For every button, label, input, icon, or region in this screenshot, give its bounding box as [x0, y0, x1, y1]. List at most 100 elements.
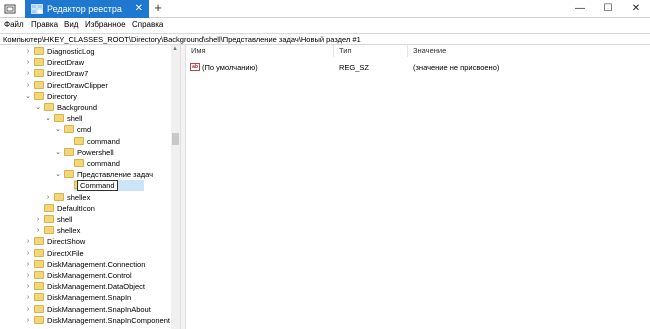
- tree-node-label: DirectShow: [47, 237, 86, 247]
- tree-node[interactable]: ⌄ shell: [0, 113, 170, 124]
- expand-icon[interactable]: ›: [24, 304, 32, 315]
- collapse-icon[interactable]: ⌄: [54, 147, 62, 158]
- regedit-icon: [31, 4, 43, 14]
- tree-node[interactable]: › DirectShow: [0, 236, 170, 247]
- folder-icon: [34, 248, 44, 257]
- tree-node-label: shell: [67, 114, 83, 124]
- tree-node[interactable]: ⌄ Представление задач: [0, 169, 170, 180]
- tree-scroll-thumb[interactable]: [172, 133, 179, 145]
- expand-icon[interactable]: ›: [24, 281, 32, 292]
- tree-node[interactable]: › shell: [0, 214, 170, 225]
- folder-icon: [44, 203, 54, 212]
- tree-node[interactable]: ⌄ Powershell: [0, 147, 170, 158]
- folder-icon: [34, 80, 44, 89]
- tree-node-label: DirectDraw7: [47, 69, 89, 79]
- column-header-name[interactable]: Имя: [186, 45, 334, 57]
- window-tab[interactable]: Редактор реестра ✕: [25, 0, 149, 18]
- menu-edit[interactable]: Правка: [31, 20, 58, 29]
- tree-node[interactable]: › DirectDrawClipper: [0, 80, 170, 91]
- column-header-value[interactable]: Значение: [408, 45, 650, 57]
- minimize-button[interactable]: —: [566, 0, 594, 18]
- tree-node[interactable]: › DiskManagement.SnapIn: [0, 292, 170, 303]
- window-title: Редактор реестра: [47, 4, 122, 14]
- expand-icon[interactable]: ›: [44, 192, 52, 203]
- collapse-icon[interactable]: ⌄: [54, 169, 62, 180]
- tree-node[interactable]: ⌄ Directory: [0, 91, 170, 102]
- column-header-type[interactable]: Тип: [334, 45, 408, 57]
- maximize-button[interactable]: ☐: [594, 0, 622, 18]
- expand-icon[interactable]: ›: [24, 236, 32, 247]
- tree-node-label: DirectXFile: [47, 248, 84, 258]
- collapse-icon[interactable]: ⌄: [34, 102, 42, 113]
- expand-icon: [64, 136, 72, 147]
- tree-node-label: DirectDrawClipper: [47, 80, 108, 90]
- tree-node-label: shellex: [67, 192, 91, 202]
- expand-icon[interactable]: ›: [24, 57, 32, 68]
- folder-icon: [34, 47, 44, 55]
- folder-icon: [34, 58, 44, 67]
- scroll-up-icon[interactable]: ▲: [172, 46, 178, 52]
- folder-icon: [34, 237, 44, 246]
- folder-icon: [34, 91, 44, 100]
- expand-icon[interactable]: ›: [34, 225, 42, 236]
- close-button[interactable]: ✕: [622, 0, 650, 18]
- tree-node[interactable]: › DiskManagement.SnapInComponent: [0, 315, 170, 326]
- tree-node[interactable]: › DiskManagement.Control: [0, 270, 170, 281]
- tree-node-label: shell: [57, 215, 73, 224]
- value-type: REG_SZ: [339, 63, 370, 72]
- folder-icon: [34, 293, 44, 302]
- collapse-icon[interactable]: ⌄: [44, 113, 52, 124]
- tree-node[interactable]: › DiskManagement.Connection: [0, 259, 170, 270]
- tree-node[interactable]: › DirectDraw: [0, 57, 170, 68]
- menu-view[interactable]: Вид: [64, 20, 78, 29]
- expand-icon[interactable]: ›: [24, 248, 32, 259]
- address-path[interactable]: Компьютер\HKEY_CLASSES_ROOT\Directory\Ba…: [3, 35, 361, 44]
- expand-icon: [64, 158, 72, 169]
- tree-node[interactable]: › shellex: [0, 192, 170, 203]
- tree-node[interactable]: Command: [0, 180, 170, 192]
- rename-input[interactable]: Command: [77, 180, 118, 192]
- tree-scrollbar[interactable]: ▲: [171, 45, 180, 329]
- expand-icon[interactable]: ›: [24, 270, 32, 281]
- registry-tree: › DiagnosticLog › DirectDraw › DirectDraw7 › Di…: [0, 45, 180, 329]
- tree-node-label: DiskManagement.Control: [47, 271, 132, 280]
- tree-node[interactable]: › DirectDraw7: [0, 68, 170, 79]
- tree-node[interactable]: › DirectXFile: [0, 248, 170, 259]
- tree-node[interactable]: command: [0, 158, 170, 169]
- menu-help[interactable]: Справка: [132, 20, 163, 29]
- tree-node[interactable]: command: [0, 136, 170, 147]
- folder-icon: [74, 159, 84, 167]
- tree-node[interactable]: DefaultIcon: [0, 203, 170, 214]
- folder-icon: [54, 192, 64, 201]
- expand-icon[interactable]: ›: [24, 315, 32, 326]
- tree-node[interactable]: › shellex: [0, 225, 170, 236]
- expand-icon[interactable]: ›: [24, 259, 32, 270]
- collapse-icon[interactable]: ⌄: [24, 91, 32, 102]
- tree-node[interactable]: ⌄ Background: [0, 102, 170, 113]
- tree-node-label: Directory: [47, 91, 78, 101]
- expand-icon[interactable]: ›: [34, 214, 42, 225]
- menu-file[interactable]: Файл: [4, 20, 24, 29]
- tree-node-label: command: [87, 136, 120, 146]
- tree-node[interactable]: › DiskManagement.DataObject: [0, 281, 170, 292]
- folder-icon: [34, 282, 44, 291]
- tree-node[interactable]: › DiagnosticLog: [0, 46, 170, 57]
- task-view-icon[interactable]: [4, 3, 16, 15]
- expand-icon[interactable]: ›: [24, 292, 32, 303]
- tree-node[interactable]: › DiskManagement.SnapInAbout: [0, 304, 170, 315]
- expand-icon[interactable]: ›: [24, 46, 32, 57]
- menu-bar: Файл Правка Вид Избранное Справка: [0, 18, 650, 33]
- title-bar: Редактор реестра ✕ + — ☐ ✕: [0, 0, 650, 18]
- address-bar[interactable]: Компьютер\HKEY_CLASSES_ROOT\Directory\Ba…: [0, 33, 650, 45]
- expand-icon[interactable]: ›: [24, 68, 32, 79]
- folder-icon: [44, 215, 54, 223]
- string-value-icon: ab: [190, 63, 200, 71]
- collapse-icon[interactable]: ⌄: [54, 124, 62, 135]
- new-tab-button[interactable]: +: [151, 1, 165, 15]
- menu-favorites[interactable]: Избранное: [85, 20, 126, 29]
- expand-icon[interactable]: ›: [24, 80, 32, 91]
- tree-node[interactable]: ⌄ cmd: [0, 124, 170, 135]
- tree-node-label: cmd: [77, 125, 92, 135]
- value-row[interactable]: ab (По умолчанию) REG_SZ (значение не пр…: [186, 62, 650, 73]
- tab-close-icon[interactable]: ✕: [135, 3, 143, 15]
